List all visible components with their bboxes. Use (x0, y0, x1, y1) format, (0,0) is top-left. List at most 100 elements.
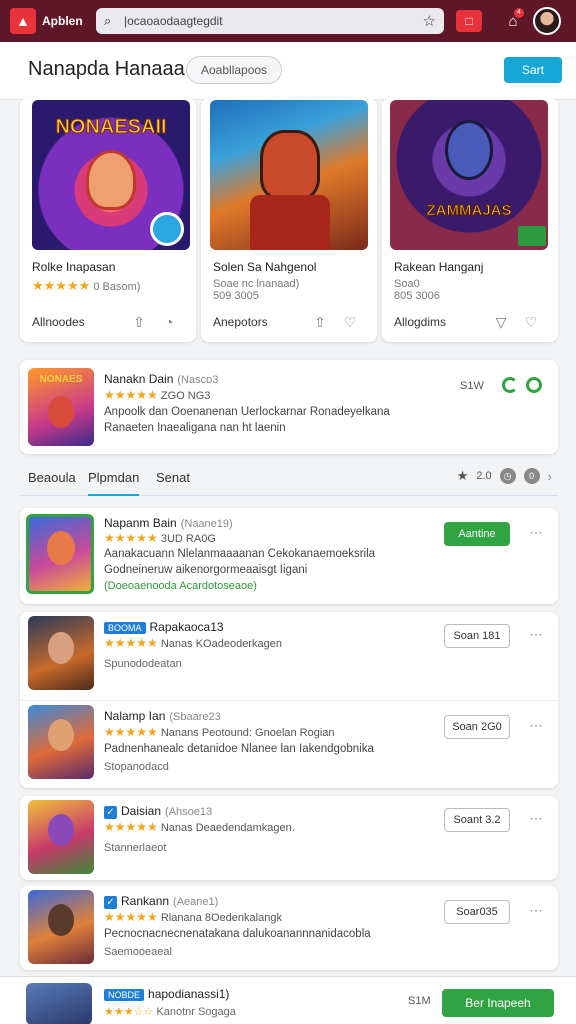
app-thumbnail[interactable] (28, 616, 94, 690)
star-icon[interactable]: ☆ (423, 12, 436, 30)
search-bar[interactable]: ⌕ ☆ (96, 8, 444, 34)
promo-row[interactable]: NONAES Nanakn Dain (Nasco3 ★★★★★ ZGO NG3 … (20, 360, 558, 454)
promo-title: Nanakn Dain (Nasco3 (104, 372, 219, 386)
list-item[interactable]: ✓ Daisian (Ahsoe13 ★★★★★ Nanas Deaedendamk… (20, 796, 558, 880)
featured-art-3[interactable]: ZAMMAJAS (390, 100, 548, 250)
app-description: Pecnocnacnecnenatakana dalukoanannnanida… (104, 928, 371, 940)
more-options-icon[interactable]: ⋯ (529, 717, 544, 734)
more-options-icon[interactable]: ⋯ (529, 810, 544, 827)
featured-footer-label[interactable]: Anepotors (213, 315, 305, 329)
cart-icon[interactable]: □ (456, 10, 482, 32)
page-title: Nanapda Hanaaa (28, 58, 185, 80)
bottom-title: NOBDE hapodianassi1) (104, 987, 229, 1001)
bottom-bar: NOBDE hapodianassi1) ★★★☆☆ Kanotnr Sogaga… (0, 976, 576, 1024)
clock-icon[interactable]: ◷ (499, 468, 516, 484)
app-rating: ★★★★★ Nanans Peotound: Gnoelan Rogian (104, 725, 335, 739)
tabs-controls: ★ 2.0 ◷ 0 › (457, 468, 552, 484)
share-icon[interactable]: ▽ (486, 314, 516, 331)
install-button[interactable]: Aantine (444, 522, 510, 546)
featured-card-2[interactable]: Solen Sa Nahgenol Soae nc lnanaad) 509 3… (201, 98, 377, 342)
verified-icon: ✓ (104, 896, 117, 909)
app-tag: NOBDE (104, 989, 145, 1001)
featured-card-1[interactable]: NONAESAII Rolke Inapasan ★★★★★ 0 Basom) … (20, 98, 196, 342)
app-title: Nalamp Ian (Sbaare23 (104, 709, 221, 723)
avatar[interactable] (533, 7, 561, 35)
filter-pill[interactable]: Aoabllapoos (186, 56, 283, 84)
featured-rating: Soa0 805 3006 (394, 278, 440, 302)
list-item[interactable]: Napanm Bain (Naane19) ★★★★★ 3UD RA0G Aana… (20, 508, 558, 604)
promo-description: Anpoolk dan Ooenanenan Uerlockarnar Rona… (104, 406, 390, 434)
bottom-action-button[interactable]: Ber Inapeeh (442, 989, 554, 1017)
bottom-count: S1M (408, 995, 431, 1007)
star-rating-icon: ★★★★★ (32, 278, 91, 293)
app-name: Apblen (42, 14, 83, 28)
star-rating-icon: ★★★★★ (104, 725, 158, 739)
star-icon[interactable]: ★ (457, 468, 469, 484)
list-item[interactable]: ✓ Rankann (Aeane1) ★★★★★ Rlanana 8Oedenkal… (20, 886, 558, 970)
action-button[interactable]: Soar035 (444, 900, 510, 924)
featured-card-3[interactable]: ZAMMAJAS Rakean Hanganj Soa0 805 3006 Al… (382, 98, 558, 342)
featured-art-title: ZAMMAJAS (426, 202, 512, 220)
bookmark-icon[interactable]: ◔ (154, 314, 184, 330)
action-button[interactable]: Soant 3.2 (444, 808, 510, 832)
star-rating-icon: ★★★★★ (104, 636, 158, 650)
app-thumbnail[interactable] (28, 890, 94, 964)
featured-footer: Allogdims ▽ ♡ (382, 302, 558, 342)
app-subtext: Saemooeaeal (104, 946, 172, 958)
app-logo-icon[interactable]: ▲ (10, 8, 36, 34)
more-options-icon[interactable]: ⋯ (529, 626, 544, 643)
list-item[interactable]: Nalamp Ian (Sbaare23 ★★★★★ Nanans Peotoun… (20, 700, 558, 788)
tab-1[interactable]: Plpmdan (88, 470, 140, 496)
tab-0[interactable]: Beaoula (28, 470, 76, 485)
page-header: Nanapda Hanaaa Aoabllapoos Sart (0, 42, 576, 100)
star-rating-icon: ★★★★★ (104, 531, 158, 545)
app-thumbnail[interactable] (28, 705, 94, 779)
app-thumbnail[interactable] (26, 514, 94, 594)
star-rating-icon: ★★★★★ (104, 820, 158, 834)
rating-count: 2.0 (476, 470, 492, 482)
app-badge-icon (518, 226, 546, 246)
action-button[interactable]: Soan 2G0 (444, 715, 510, 739)
featured-footer-label[interactable]: Allnoodes (32, 315, 124, 329)
app-badge-icon (150, 212, 184, 246)
star-rating-icon: ★★★★★ (104, 388, 158, 402)
tab-2[interactable]: Senat (156, 470, 190, 485)
header-action-button[interactable]: Sart (504, 57, 562, 83)
featured-footer-label[interactable]: Allogdims (394, 315, 486, 329)
search-icon: ⌕ (104, 13, 112, 28)
chevron-right-icon[interactable]: › (548, 469, 552, 484)
action-button[interactable]: Soan 181 (444, 624, 510, 648)
install-icon[interactable] (526, 377, 542, 393)
app-description: Padnenhanealc detanidoe Nlanee lan Iaken… (104, 743, 374, 755)
app-tag: BOOMA (104, 622, 146, 634)
app-title: BOOMA Rapakaoca13 (104, 620, 224, 634)
progress-icon (502, 377, 518, 393)
app-rating: ★★★★★ Nanas Deaedendamkagen. (104, 820, 295, 834)
more-options-icon[interactable]: ⋯ (529, 902, 544, 919)
heart-icon[interactable]: ♡ (516, 314, 546, 331)
promo-thumbnail[interactable]: NONAES (28, 368, 94, 446)
more-options-icon[interactable]: ⋯ (529, 524, 544, 541)
app-title: Napanm Bain (Naane19) (104, 516, 233, 530)
app-title: ✓ Rankann (Aeane1) (104, 894, 218, 909)
featured-art-2[interactable] (210, 100, 368, 250)
heart-icon[interactable]: ♡ (335, 314, 365, 331)
count-badge[interactable]: 0 (523, 468, 540, 484)
search-input[interactable] (124, 14, 423, 28)
featured-footer: Allnoodes ⇧ ◔ (20, 302, 196, 342)
featured-rating: Soae nc lnanaad) 509 3005 (213, 278, 300, 302)
app-subtext: Stopanodacd (104, 761, 169, 773)
featured-art-1[interactable]: NONAESAII (32, 100, 190, 250)
app-thumbnail[interactable] (28, 800, 94, 874)
promo-rating: ★★★★★ ZGO NG3 (104, 388, 211, 402)
bottom-subtext: ★★★☆☆ Kanotnr Sogaga (104, 1006, 236, 1018)
tab-bar: Beaoula Plpmdan Senat ★ 2.0 ◷ 0 › (20, 458, 558, 496)
featured-rating: ★★★★★ 0 Basom) (32, 278, 141, 293)
share-icon[interactable]: ⇧ (124, 314, 154, 331)
list-item[interactable]: BOOMA Rapakaoca13 ★★★★★ Nanas KOadeoderka… (20, 612, 558, 700)
featured-footer: Anepotors ⇧ ♡ (201, 302, 377, 342)
share-icon[interactable]: ⇧ (305, 314, 335, 331)
bottom-thumbnail[interactable] (26, 983, 92, 1024)
star-rating-icon: ★★★☆☆ (104, 1006, 154, 1018)
app-description: Aanakacuann Nlelanmaaaanan Cekokanaemoek… (104, 548, 376, 576)
